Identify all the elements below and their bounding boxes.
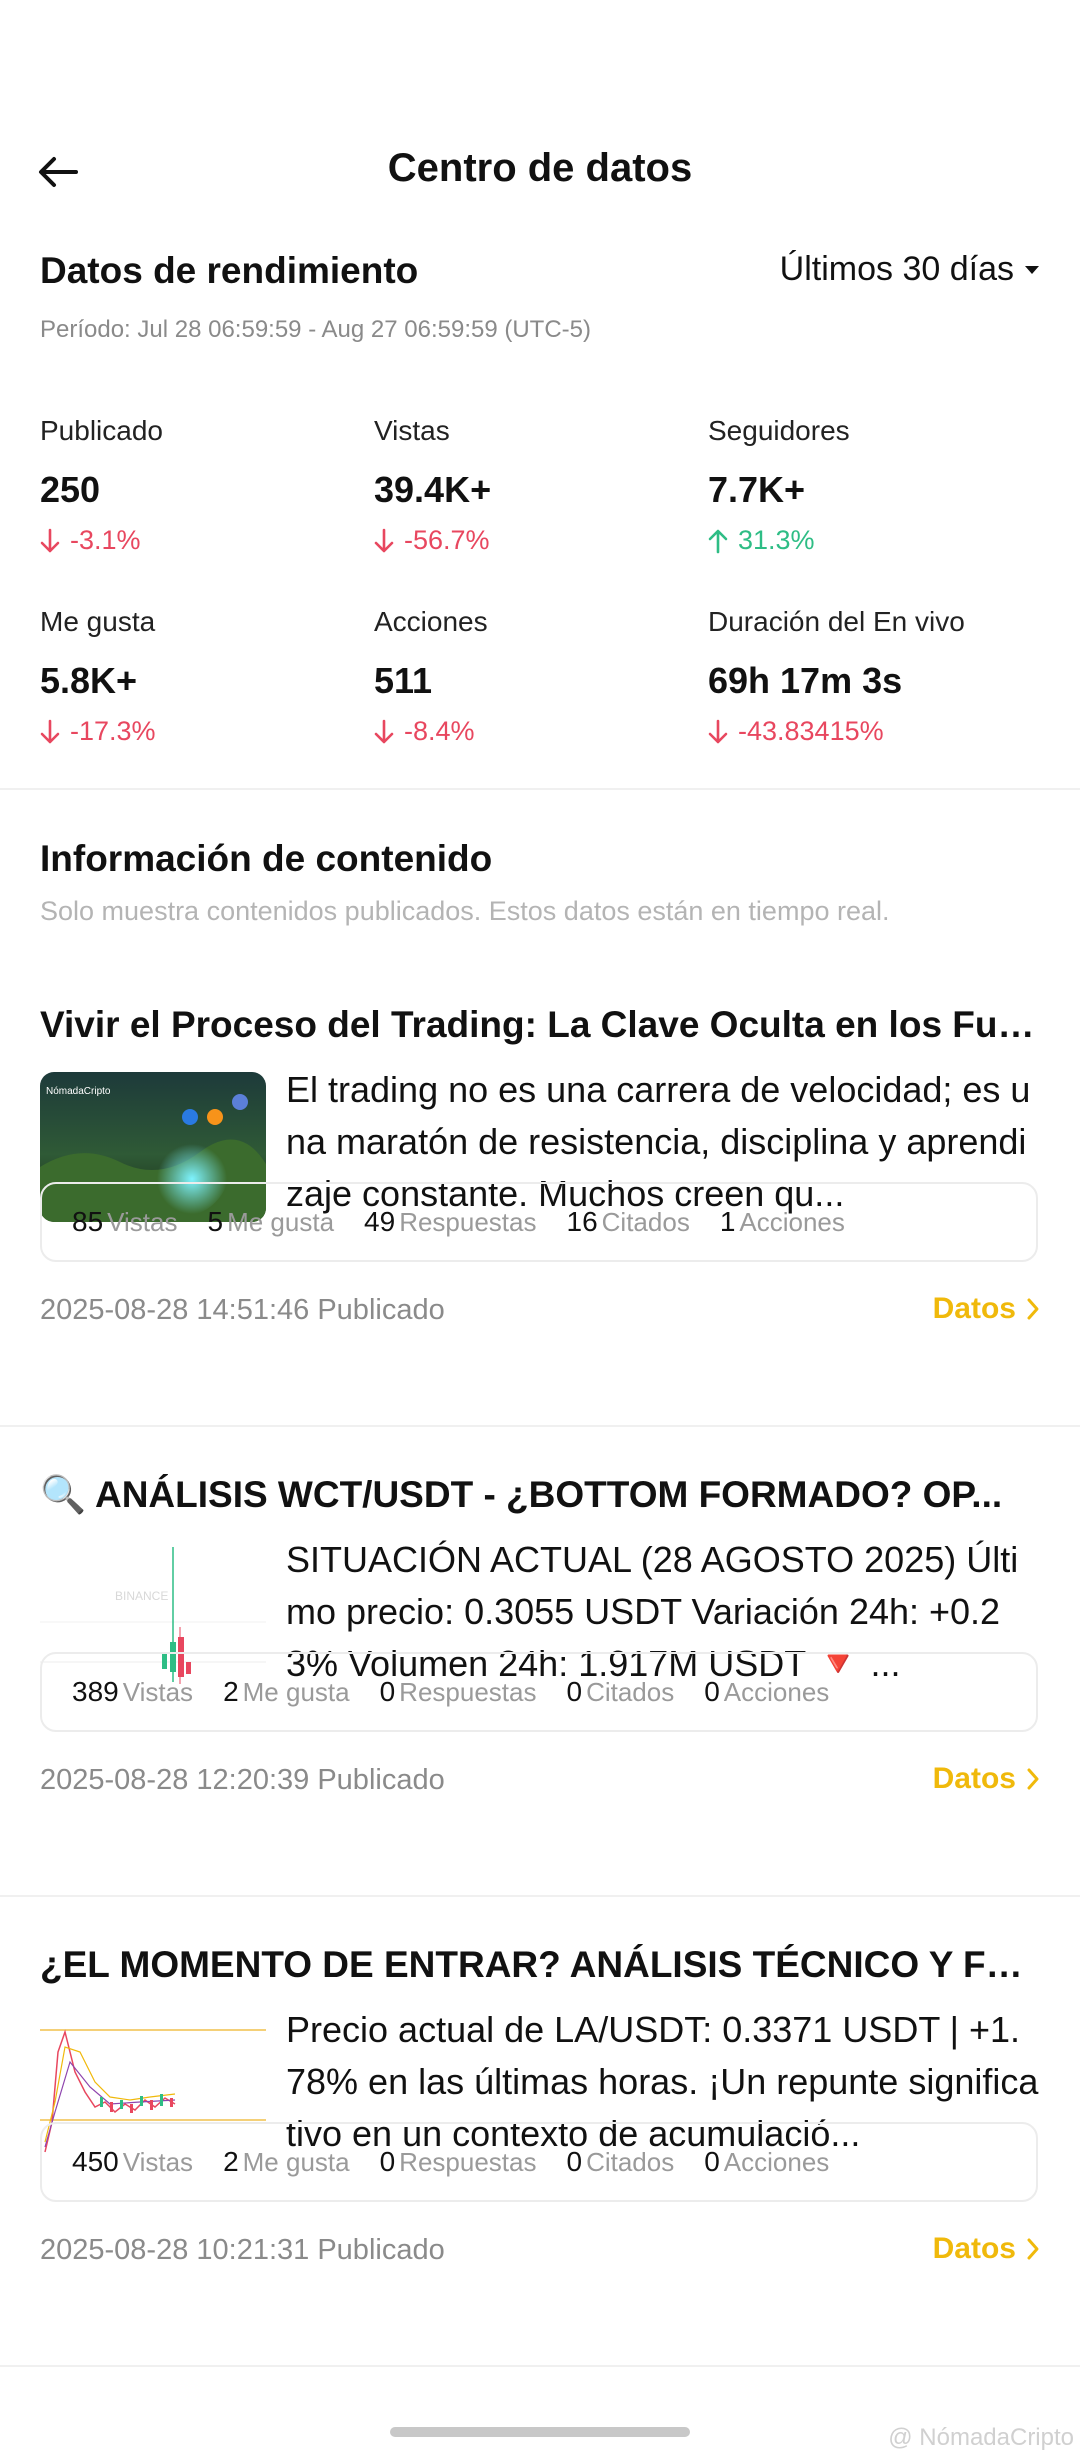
stat-quotes: 0 Citados: [566, 1676, 675, 1707]
post-title[interactable]: ¿EL MOMENTO DE ENTRAR? ANÁLISIS TÉCNICO …: [40, 1944, 1040, 1986]
metric-label: Seguidores: [708, 415, 850, 446]
post-divider: [0, 1425, 1080, 1427]
stat-replies: 49 Respuestas: [364, 1206, 537, 1237]
metric-label: Duración del En vivo: [708, 606, 965, 637]
post-datos-link[interactable]: Datos: [933, 1292, 1040, 1326]
metric-change: -43.83415%: [708, 716, 1040, 747]
post-title[interactable]: 🔍 ANÁLISIS WCT/USDT - ¿BOTTOM FORMADO? O…: [40, 1474, 1040, 1517]
stat-replies: 0 Respuestas: [379, 1676, 537, 1707]
stat-views: 450 Vistas: [72, 2146, 194, 2177]
content-section-header: Información de contenido Solo muestra co…: [40, 838, 1040, 927]
metric-label: Vistas: [374, 415, 450, 446]
home-indicator[interactable]: [390, 2427, 690, 2437]
content-subtitle: Solo muestra contenidos publicados. Esto…: [40, 896, 890, 926]
metric-change: -3.1%: [40, 525, 374, 556]
chevron-right-icon: [1027, 2238, 1039, 2260]
metric-views: Vistas 39.4K+ -56.7%: [374, 415, 708, 556]
metric-label: Publicado: [40, 415, 163, 446]
arrow-down-icon: [374, 528, 394, 552]
period-text: Período: Jul 28 06:59:59 - Aug 27 06:59:…: [40, 316, 592, 343]
stat-views: 85 Vistas: [72, 1206, 178, 1237]
arrow-down-icon: [708, 719, 728, 743]
metrics-grid: Publicado 250 -3.1% Vistas 39.4K+ -56.7%…: [40, 415, 1040, 747]
post-published-date: 2025-08-28 14:51:46 Publicado: [40, 1294, 445, 1326]
metric-shares: Acciones 511 -8.4%: [374, 606, 708, 747]
stat-quotes: 0 Citados: [566, 2146, 675, 2177]
range-selector[interactable]: Últimos 30 días: [780, 250, 1040, 289]
stat-shares: 1 Acciones: [719, 1206, 845, 1237]
metric-label: Me gusta: [40, 606, 156, 637]
caret-down-icon: [1025, 265, 1039, 274]
metric-value: 5.8K+: [40, 660, 138, 701]
post-datos-link[interactable]: Datos: [933, 2232, 1040, 2266]
metric-label: Acciones: [374, 606, 488, 637]
post-published-date: 2025-08-28 10:21:31 Publicado: [40, 2234, 445, 2266]
stat-likes: 5 Me gusta: [207, 1206, 335, 1237]
section-divider: [0, 788, 1080, 790]
chevron-right-icon: [1027, 1298, 1039, 1320]
post-card[interactable]: Vivir el Proceso del Trading: La Clave O…: [40, 1004, 1040, 1424]
performance-section: Datos de rendimiento Últimos 30 días Per…: [40, 250, 1040, 343]
stat-replies: 0 Respuestas: [379, 2146, 537, 2177]
metric-live-duration: Duración del En vivo 69h 17m 3s -43.8341…: [708, 606, 1040, 747]
stat-likes: 2 Me gusta: [223, 1676, 350, 1707]
arrow-up-icon: [708, 529, 728, 553]
metric-change: -8.4%: [374, 716, 708, 747]
page-title: Centro de datos: [387, 146, 693, 190]
top-bar: Centro de datos: [0, 140, 1080, 200]
stat-quotes: 16 Citados: [566, 1206, 690, 1237]
metric-change: 31.3%: [708, 525, 1040, 556]
post-divider: [0, 2365, 1080, 2367]
metric-value: 250: [40, 469, 101, 510]
stat-views: 389 Vistas: [72, 1676, 194, 1707]
stat-shares: 0 Acciones: [704, 2146, 830, 2177]
metric-likes: Me gusta 5.8K+ -17.3%: [40, 606, 374, 747]
metric-published: Publicado 250 -3.1%: [40, 415, 374, 556]
post-published-date: 2025-08-28 12:20:39 Publicado: [40, 1764, 445, 1796]
metric-value: 511: [374, 660, 433, 701]
post-datos-link[interactable]: Datos: [933, 1762, 1040, 1796]
svg-text:BINANCE: BINANCE: [115, 1589, 168, 1603]
metric-change: -56.7%: [374, 525, 708, 556]
metric-change: -17.3%: [40, 716, 374, 747]
chevron-right-icon: [1027, 1768, 1039, 1790]
post-stats: 85 Vistas 5 Me gusta 49 Respuestas 16 Citado…: [40, 1182, 1038, 1262]
arrow-down-icon: [374, 719, 394, 743]
metric-value: 39.4K+: [374, 469, 492, 510]
metric-value: 69h 17m 3s: [708, 660, 903, 701]
post-card[interactable]: 🔍 ANÁLISIS WCT/USDT - ¿BOTTOM FORMADO? O…: [40, 1474, 1040, 1894]
post-card[interactable]: ¿EL MOMENTO DE ENTRAR? ANÁLISIS TÉCNICO …: [40, 1944, 1040, 2364]
stat-likes: 2 Me gusta: [223, 2146, 350, 2177]
watermark: @ NómadaCripto: [888, 2424, 1074, 2451]
post-stats: 389 Vistas 2 Me gusta 0 Respuestas 0 Citados…: [40, 1652, 1038, 1732]
content-title: Información de contenido: [40, 838, 493, 879]
svg-text:NómadaCripto: NómadaCripto: [46, 1086, 111, 1097]
metric-followers: Seguidores 7.7K+ 31.3%: [708, 415, 1040, 556]
post-title[interactable]: Vivir el Proceso del Trading: La Clave O…: [40, 1004, 1040, 1046]
arrow-down-icon: [40, 528, 60, 552]
post-divider: [0, 1895, 1080, 1897]
range-selected-label: Últimos 30 días: [779, 250, 1014, 288]
metric-value: 7.7K+: [708, 469, 806, 510]
stat-shares: 0 Acciones: [704, 1676, 830, 1707]
post-stats: 450 Vistas 2 Me gusta 0 Respuestas 0 Citados…: [40, 2122, 1038, 2202]
arrow-down-icon: [40, 719, 60, 743]
